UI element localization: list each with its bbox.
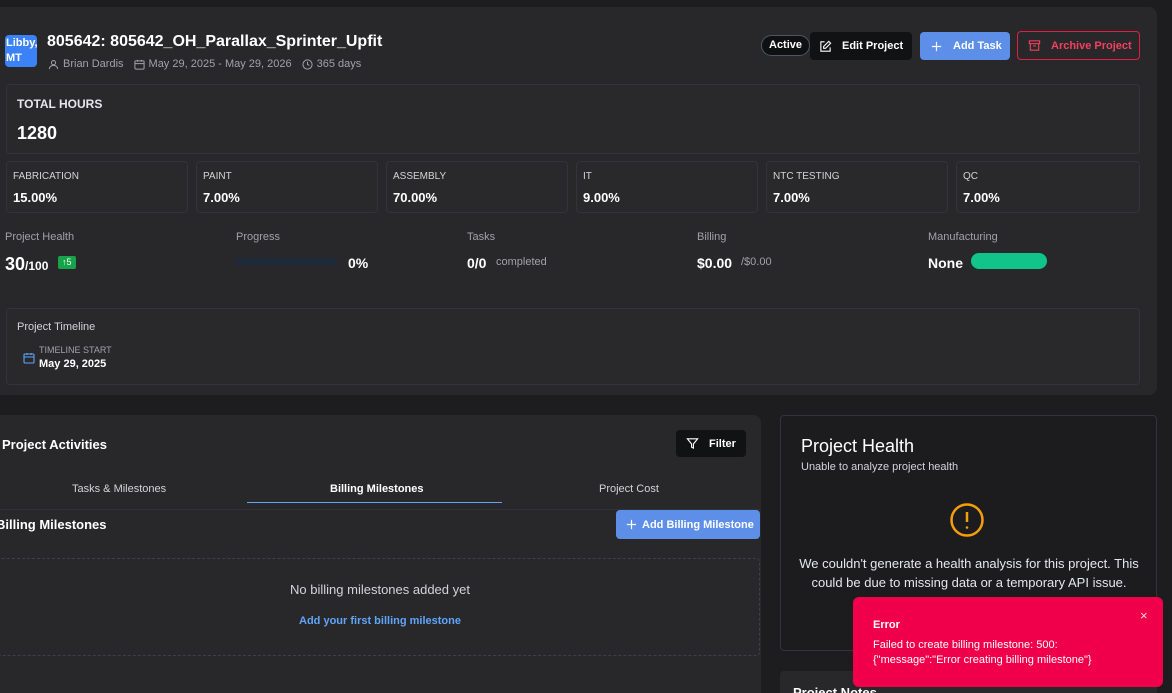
tasks-stat-label: Tasks [467, 231, 496, 243]
tab-project-cost[interactable]: Project Cost [599, 483, 659, 495]
dept-value: 9.00% [583, 190, 620, 205]
add-billing-milestone-button[interactable]: Add Billing Milestone [616, 510, 760, 539]
status-badge: Active [761, 35, 811, 56]
tab-tasks-milestones[interactable]: Tasks & Milestones [72, 483, 166, 495]
health-score-value: 30 [5, 254, 26, 274]
total-hours-label: TOTAL HOURS [17, 97, 103, 111]
health-panel-title: Project Health [801, 436, 915, 456]
calendar-icon [133, 59, 145, 70]
tab-billing-milestones[interactable]: Billing Milestones [330, 483, 424, 495]
dept-card-it: IT 9.00% [576, 161, 758, 213]
timeline-label: Project Timeline [17, 321, 96, 333]
dept-value: 70.00% [393, 190, 438, 205]
dept-card-ntc-testing: NTC TESTING 7.00% [766, 161, 948, 213]
progress-value: 0% [348, 255, 369, 271]
billing-milestones-title: Billing Milestones [0, 517, 107, 532]
dept-label: IT [583, 171, 592, 182]
manufacturing-value: None [928, 255, 963, 271]
project-timeline-card: Project Timeline TIMELINE START May 29, … [6, 308, 1140, 385]
error-toast: Error Failed to create billing milestone… [853, 597, 1163, 687]
active-tab-indicator [247, 502, 502, 503]
dept-value: 7.00% [773, 190, 810, 205]
add-billing-milestone-label: Add Billing Milestone [642, 518, 754, 531]
project-meta: Brian Dardis May 29, 2025 - May 29, 2026… [48, 58, 361, 70]
activities-title: Project Activities [2, 437, 108, 452]
toast-title: Error [873, 619, 900, 631]
plus-icon [931, 41, 942, 51]
add-first-billing-milestone-link[interactable]: Add your first billing milestone [0, 615, 761, 627]
dept-value: 7.00% [963, 190, 1000, 205]
timeline-start-value: May 29, 2025 [39, 358, 107, 370]
project-activities-panel: Project Activities Filter Tasks & Milest… [0, 415, 761, 693]
dept-label: QC [963, 171, 978, 182]
tasks-suffix: completed [496, 256, 547, 268]
project-header-panel: Libby, MT 805642: 805642_OH_Parallax_Spr… [0, 7, 1157, 395]
health-panel-subtitle: Unable to analyze project health [801, 461, 959, 473]
manufacturing-stat-label: Manufacturing [928, 231, 998, 243]
billing-value: $0.00 [697, 255, 733, 271]
health-score: 30/100 [5, 254, 48, 275]
total-hours-value: 1280 [17, 123, 58, 143]
health-change-badge: ↑5 [58, 256, 76, 269]
progress-stat-label: Progress [236, 231, 281, 243]
dept-card-assembly: ASSEMBLY 70.00% [386, 161, 568, 213]
archive-icon [1028, 40, 1041, 51]
archive-project-button[interactable]: Archive Project [1017, 31, 1140, 60]
dept-card-qc: QC 7.00% [956, 161, 1140, 213]
close-icon[interactable]: × [1140, 608, 1148, 623]
health-score-max: /100 [25, 259, 49, 273]
billing-suffix: /$0.00 [741, 256, 772, 268]
toast-message: Failed to create billing milestone: 500:… [873, 639, 1092, 666]
warning-icon [950, 503, 984, 537]
filter-label: Filter [709, 437, 736, 450]
tasks-value: 0/0 [467, 255, 487, 271]
add-task-button[interactable]: Add Task [920, 32, 1010, 60]
project-date-range: May 29, 2025 - May 29, 2026 [148, 58, 292, 70]
empty-state-text: No billing milestones added yet [290, 582, 470, 597]
dept-value: 7.00% [203, 190, 240, 205]
location-badge: Libby, MT [5, 35, 37, 67]
edit-project-button[interactable]: Edit Project [810, 32, 912, 60]
dept-value: 15.00% [13, 190, 58, 205]
manufacturing-status-bar [971, 253, 1047, 269]
timeline-start-label: TIMELINE START [39, 345, 112, 355]
health-panel-message: We couldn't generate a health analysis f… [799, 556, 1139, 590]
dept-label: FABRICATION [13, 171, 79, 182]
clock-icon [302, 58, 313, 70]
dept-label: NTC TESTING [773, 171, 840, 182]
project-duration: 365 days [316, 58, 362, 70]
dept-label: PAINT [203, 171, 232, 182]
filter-icon [686, 438, 699, 450]
health-stat-label: Project Health [5, 231, 75, 243]
edit-project-label: Edit Project [842, 40, 904, 52]
edit-icon [820, 40, 832, 52]
calendar-icon [23, 353, 35, 364]
total-hours-card: TOTAL HOURS 1280 [6, 84, 1140, 154]
user-icon [48, 59, 59, 69]
billing-stat-label: Billing [697, 231, 727, 243]
dept-card-fabrication: FABRICATION 15.00% [6, 161, 188, 213]
billing-milestones-empty-state: No billing milestones added yet Add your… [0, 558, 760, 656]
filter-button[interactable]: Filter [676, 430, 746, 457]
project-owner: Brian Dardis [63, 58, 124, 70]
progress-bar [236, 258, 338, 265]
project-title: 805642: 805642_OH_Parallax_Sprinter_Upfi… [47, 33, 383, 50]
dept-label: ASSEMBLY [393, 171, 447, 182]
plus-icon [626, 519, 637, 530]
dept-card-paint: PAINT 7.00% [196, 161, 378, 213]
add-task-label: Add Task [953, 40, 1002, 52]
archive-project-label: Archive Project [1051, 39, 1132, 52]
